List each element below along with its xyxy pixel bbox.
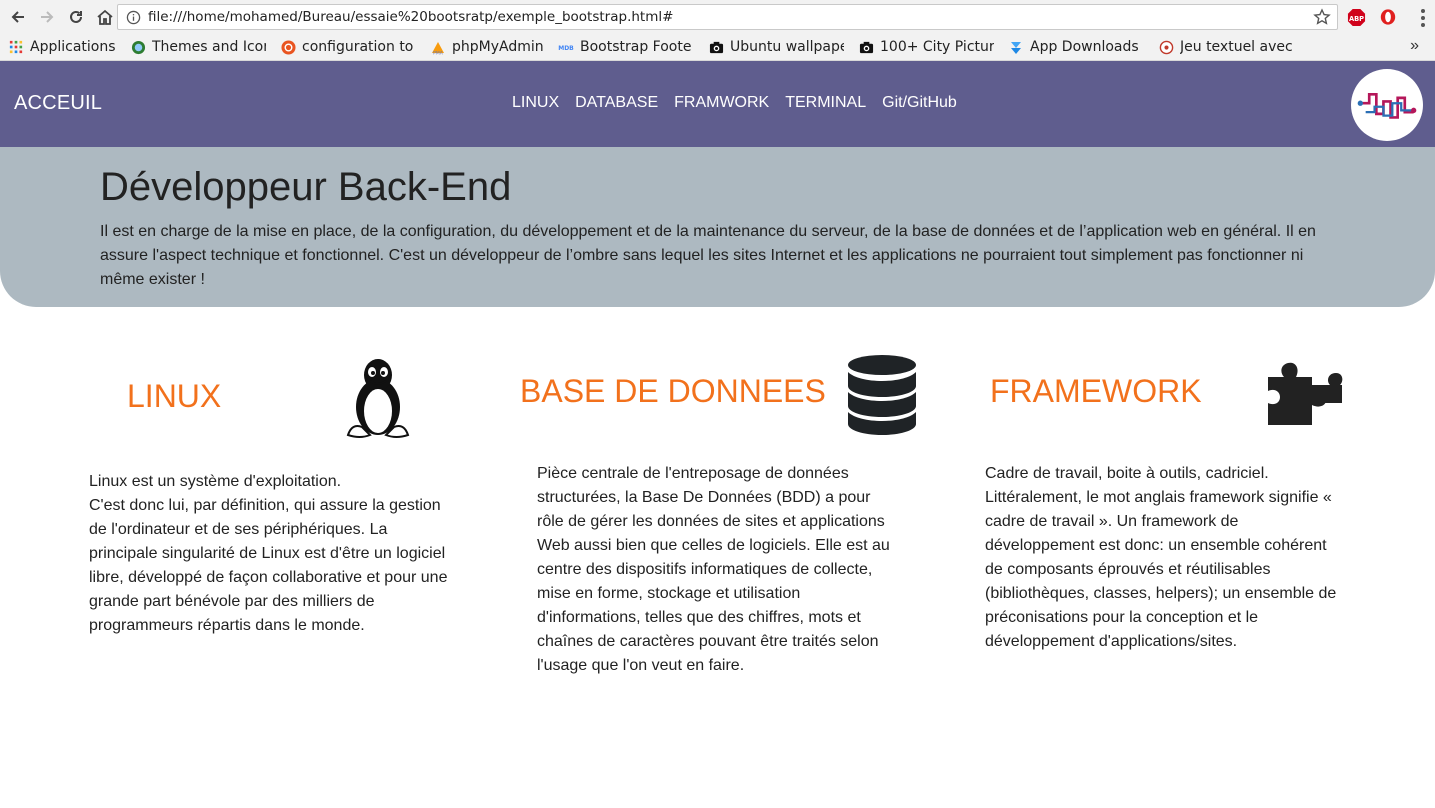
database-text: Pièce centrale de l'entreposage de donné… (537, 465, 890, 674)
nav-link-framework[interactable]: FRAMWORK (674, 94, 769, 112)
bookmark-bootstrap-footer[interactable]: MDB Bootstrap Foote (558, 35, 692, 59)
logo-circuit-icon (1357, 93, 1417, 119)
hero-text: Il est en charge de la mise en place, de… (100, 223, 1316, 288)
home-icon (97, 9, 113, 25)
download-icon (1008, 39, 1024, 55)
nav-link-database[interactable]: DATABASE (575, 94, 658, 112)
camera-icon (858, 39, 874, 55)
adblock-icon[interactable]: ABP (1346, 7, 1366, 27)
menu-icon[interactable] (1420, 9, 1426, 27)
bookmark-phpmyadmin[interactable]: PMA phpMyAdmin (430, 35, 544, 59)
reload-button[interactable] (62, 3, 90, 31)
home-button[interactable] (91, 3, 119, 31)
phpmyadmin-icon: PMA (430, 39, 446, 55)
database-title: BASE DE DONNEES (520, 373, 826, 409)
bookmark-configuration[interactable]: configuration to (280, 35, 416, 59)
browser-toolbar: file:///home/mohamed/Bureau/essaie%20boo… (0, 0, 1435, 34)
bookmarks-bar: Applications Themes and Icon configurati… (0, 34, 1435, 61)
bookmark-jeu-textuel[interactable]: Jeu textuel avec (1158, 35, 1294, 59)
nav-link-linux[interactable]: LINUX (512, 94, 559, 112)
linux-title: LINUX (127, 378, 222, 414)
bookmark-ubuntu-wallpaper[interactable]: Ubuntu wallpape (708, 35, 844, 59)
mdb-icon: MDB (558, 39, 574, 55)
hero-title: Développeur Back-End (100, 165, 512, 209)
ubuntu-icon (280, 39, 296, 55)
site-navbar: ACCEUIL LINUX DATABASE FRAMWORK TERMINAL… (0, 61, 1435, 147)
reload-icon (70, 10, 82, 23)
bookmark-city-pictures[interactable]: 100+ City Picture (858, 35, 994, 59)
linux-text: Linux est un système d'exploitation. C'e… (89, 473, 448, 634)
forward-button[interactable] (33, 3, 61, 31)
bookmarks-more-button[interactable]: » (1410, 37, 1419, 55)
arrow-right-icon (41, 11, 54, 23)
database-icon (846, 354, 918, 441)
framework-title: FRAMEWORK (990, 373, 1202, 409)
hero-jumbotron: Développeur Back-End Il est en charge de… (0, 147, 1435, 307)
nav-link-git[interactable]: Git/GitHub (882, 94, 957, 112)
site-logo[interactable] (1351, 69, 1423, 141)
url-text[interactable]: file:///home/mohamed/Bureau/essaie%20boo… (148, 9, 673, 25)
camera-icon (708, 39, 724, 55)
svg-text:ABP: ABP (1348, 14, 1363, 22)
globe-icon (130, 39, 146, 55)
puzzle-icon (1266, 355, 1344, 432)
address-bar[interactable]: file:///home/mohamed/Bureau/essaie%20boo… (117, 4, 1338, 30)
opera-icon[interactable] (1378, 7, 1398, 27)
bookmark-app-downloads[interactable]: App Downloads (1008, 35, 1142, 59)
back-button[interactable] (4, 3, 32, 31)
svg-text:MDB: MDB (558, 45, 574, 52)
nav-brand-acceuil[interactable]: ACCEUIL (14, 92, 102, 115)
nav-links: LINUX DATABASE FRAMWORK TERMINAL Git/Git… (512, 94, 957, 112)
svg-text:PMA: PMA (433, 51, 444, 56)
bookmark-themes[interactable]: Themes and Icon (130, 35, 266, 59)
apps-grid-icon (8, 39, 24, 55)
info-icon[interactable] (122, 6, 144, 28)
bookmark-applications[interactable]: Applications (8, 35, 116, 59)
linux-tux-icon (340, 355, 416, 446)
puzzle-badge-icon (1158, 39, 1174, 55)
nav-link-terminal[interactable]: TERMINAL (785, 94, 866, 112)
framework-text: Cadre de travail, boite à outils, cadric… (985, 465, 1337, 650)
bookmark-star-icon[interactable] (1313, 8, 1331, 26)
arrow-left-icon (11, 11, 24, 23)
